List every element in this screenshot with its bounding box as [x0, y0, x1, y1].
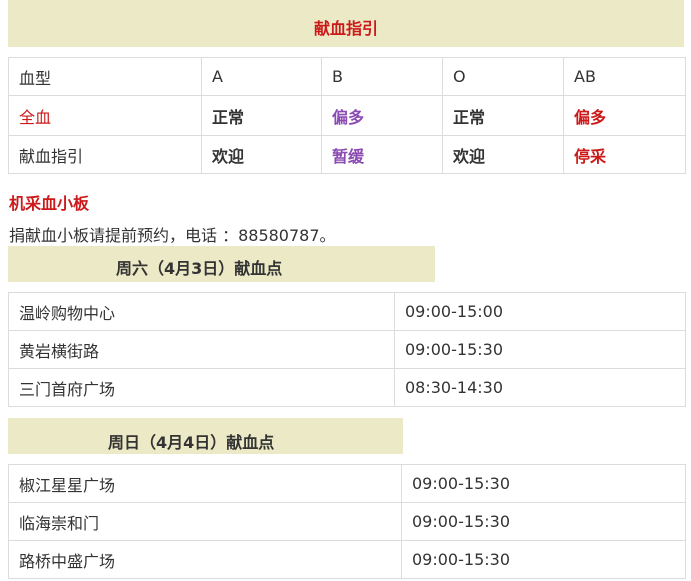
table-row: 温岭购物中心 09:00-15:00 — [8, 292, 686, 331]
status-cell: 正常 — [201, 95, 322, 136]
table-row: 路桥中盛广场 09:00-15:30 — [8, 540, 686, 579]
header-cell: O — [442, 57, 564, 96]
site-hours: 09:00-15:30 — [401, 502, 686, 541]
site-hours: 08:30-14:30 — [394, 368, 686, 407]
platelet-note: 捐献血小板请提前预约，电话 ：88580787。 — [9, 226, 336, 245]
site-hours: 09:00-15:30 — [394, 330, 686, 369]
table-header-row: 血型 A B O AB — [8, 57, 686, 96]
site-hours: 09:00-15:30 — [401, 540, 686, 579]
site-name: 黄岩横街路 — [8, 330, 395, 369]
sunday-sites-table: 椒江星星广场 09:00-15:30 临海崇和门 09:00-15:30 路桥中… — [8, 464, 686, 579]
guide-title: 献血指引 — [313, 19, 378, 38]
site-hours: 09:00-15:00 — [394, 292, 686, 331]
row-label: 献血指引 — [8, 135, 202, 174]
site-hours: 09:00-15:30 — [401, 464, 686, 503]
header-cell: A — [201, 57, 322, 96]
saturday-banner: 周六（4月3日）献血点 — [8, 246, 435, 282]
header-cell: AB — [563, 57, 686, 96]
row-label: 全血 — [8, 95, 202, 136]
status-cell: 正常 — [442, 95, 564, 136]
header-cell: B — [321, 57, 443, 96]
sunday-title: 周日（4月4日）献血点 — [108, 433, 275, 452]
saturday-sites-table: 温岭购物中心 09:00-15:00 黄岩横街路 09:00-15:30 三门首… — [8, 292, 686, 407]
site-name: 路桥中盛广场 — [8, 540, 402, 579]
status-cell: 偏多 — [321, 95, 443, 136]
table-row: 临海崇和门 09:00-15:30 — [8, 502, 686, 541]
site-name: 温岭购物中心 — [8, 292, 395, 331]
blood-type-table: 血型 A B O AB 全血 正常 偏多 正常 偏多 献血指引 欢迎 暂缓 欢迎… — [8, 57, 686, 174]
table-row: 椒江星星广场 09:00-15:30 — [8, 464, 686, 503]
platelet-title: 机采血小板 — [9, 194, 90, 213]
status-cell: 欢迎 — [201, 135, 322, 174]
site-name: 椒江星星广场 — [8, 464, 402, 503]
status-cell: 暂缓 — [321, 135, 443, 174]
table-row: 全血 正常 偏多 正常 偏多 — [8, 95, 686, 136]
status-cell: 欢迎 — [442, 135, 564, 174]
site-name: 临海崇和门 — [8, 502, 402, 541]
guide-banner: 献血指引 — [8, 0, 684, 47]
status-cell: 停采 — [563, 135, 686, 174]
status-cell: 偏多 — [563, 95, 686, 136]
table-row: 献血指引 欢迎 暂缓 欢迎 停采 — [8, 135, 686, 174]
table-row: 黄岩横街路 09:00-15:30 — [8, 330, 686, 369]
site-name: 三门首府广场 — [8, 368, 395, 407]
table-row: 三门首府广场 08:30-14:30 — [8, 368, 686, 407]
sunday-banner: 周日（4月4日）献血点 — [8, 418, 403, 454]
saturday-title: 周六（4月3日）献血点 — [116, 259, 283, 278]
header-cell: 血型 — [8, 57, 202, 96]
